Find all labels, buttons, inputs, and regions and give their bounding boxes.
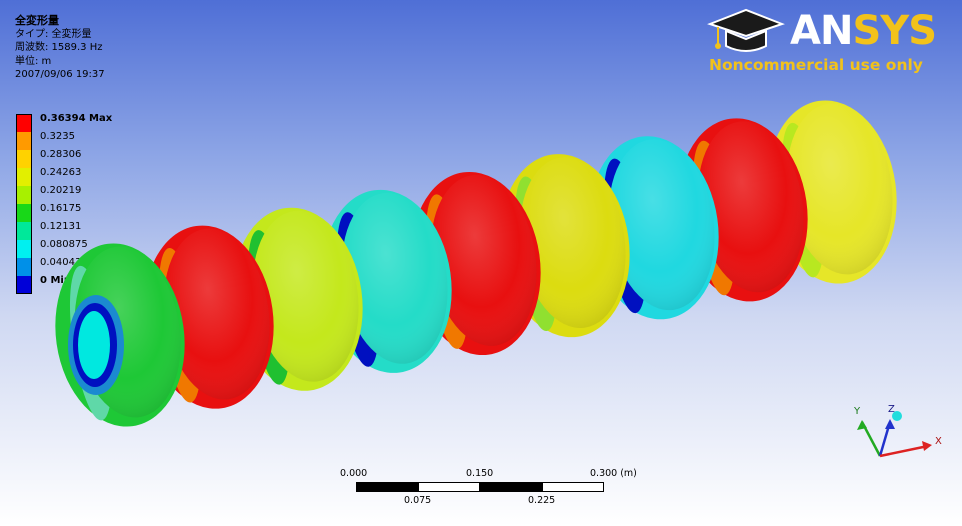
axis-triad[interactable]: Y Z X bbox=[840, 398, 950, 468]
scale-label-075: 0.075 bbox=[404, 495, 432, 506]
scale-label-300: 0.300 (m) bbox=[590, 468, 637, 479]
scale-bar: 0.000 0.150 0.300 (m) 0.075 0.225 bbox=[330, 468, 650, 518]
y-axis-label: Y bbox=[853, 406, 861, 417]
graduation-cap-icon bbox=[707, 8, 785, 52]
scale-label-0: 0.000 bbox=[340, 468, 368, 479]
noncommercial-notice: Noncommercial use only bbox=[709, 56, 923, 74]
end-face bbox=[68, 295, 124, 395]
scale-label-225: 0.225 bbox=[528, 495, 556, 506]
z-axis-label: Z bbox=[888, 404, 895, 415]
scale-segment-1 bbox=[356, 482, 418, 492]
ansys-wordmark: ANSYS bbox=[790, 8, 937, 54]
ansys-logo: ANSYS Noncommercial use only bbox=[706, 6, 946, 82]
scale-segment-2 bbox=[418, 482, 480, 492]
x-axis-arrow bbox=[879, 444, 929, 458]
x-axis-label: X bbox=[935, 436, 942, 447]
scale-segment-3 bbox=[480, 482, 542, 492]
scale-segment-4 bbox=[542, 482, 604, 492]
scale-label-150: 0.150 bbox=[466, 468, 494, 479]
